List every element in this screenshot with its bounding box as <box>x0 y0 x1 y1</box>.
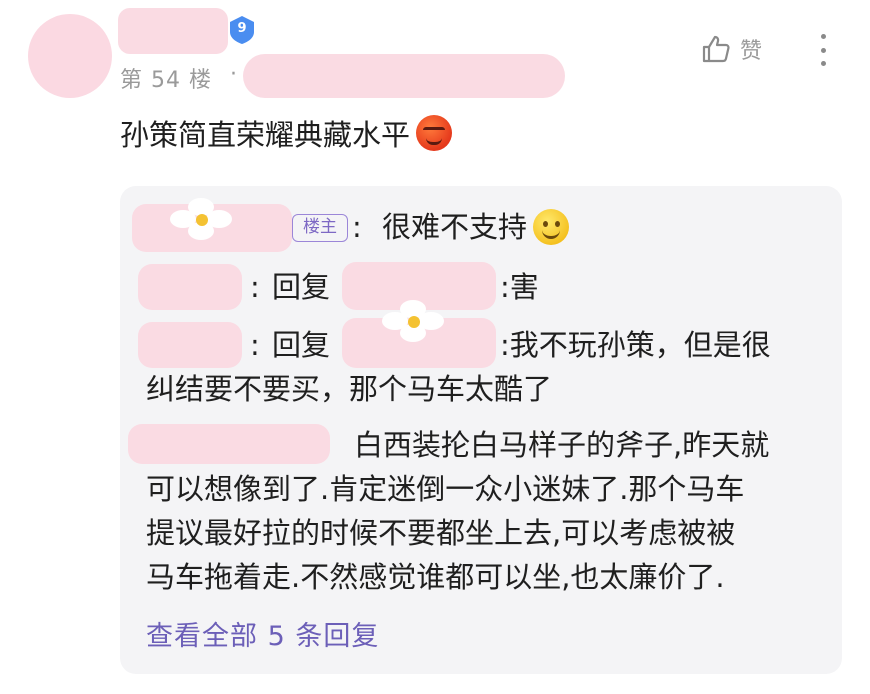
more-dot-icon <box>820 61 826 66</box>
smirk-emoji-icon <box>416 115 453 151</box>
reply-text-continued: 可以想像到了.肯定迷倒一众小迷妹了.那个马车 <box>146 472 745 506</box>
like-button[interactable]: 赞 <box>700 33 762 65</box>
flower-sticker <box>170 198 234 242</box>
floor-label: 第 54 楼 <box>120 68 212 93</box>
reply-text: :我不玩孙策，但是很 <box>500 328 771 362</box>
level-badge: 9 <box>228 15 256 45</box>
username-redacted[interactable] <box>118 8 228 54</box>
smile-emoji-icon <box>533 209 570 245</box>
like-label: 赞 <box>740 39 763 64</box>
view-all-replies-link[interactable]: 查看全部 5 条回复 <box>146 614 379 653</box>
reply-author-redacted[interactable] <box>128 424 330 464</box>
reply-text: :害 <box>500 270 539 304</box>
more-dot-icon <box>820 47 826 53</box>
reply-text-content: 很难不支持 <box>382 210 528 244</box>
thumbs-up-icon <box>702 35 730 63</box>
reply-text-continued: 纠结要不要买，那个马车太酷了 <box>146 372 553 406</box>
flower-sticker <box>382 300 446 344</box>
reply-separator: : <box>250 328 260 362</box>
level-number: 9 <box>237 21 247 36</box>
more-dot-icon <box>820 34 826 39</box>
post-meta-redacted <box>243 54 565 98</box>
reply-to-word: 回复 <box>272 328 331 362</box>
reply-text-continued: 提议最好拉的时候不要都坐上去,可以考虑被被 <box>146 516 736 550</box>
reply-to-word: 回复 <box>272 270 331 304</box>
reply-author-redacted[interactable] <box>138 264 242 310</box>
reply-author-redacted[interactable] <box>138 322 242 368</box>
owner-tag: 楼主 <box>292 214 348 242</box>
reply-separator: : <box>352 210 362 244</box>
meta-separator: · <box>230 62 237 87</box>
comment-text: 孙策简直荣耀典藏水平 <box>120 118 411 152</box>
avatar[interactable] <box>28 14 112 98</box>
more-options-button[interactable] <box>812 32 834 68</box>
reply-text: 很难不支持 <box>382 206 570 248</box>
reply-text: 白西装抡白马样子的斧子,昨天就 <box>354 428 770 462</box>
comment-body: 孙策简直荣耀典藏水平 <box>120 112 453 154</box>
reply-text-continued: 马车拖着走.不然感觉谁都可以坐,也太廉价了. <box>146 560 725 594</box>
reply-separator: : <box>250 270 260 304</box>
